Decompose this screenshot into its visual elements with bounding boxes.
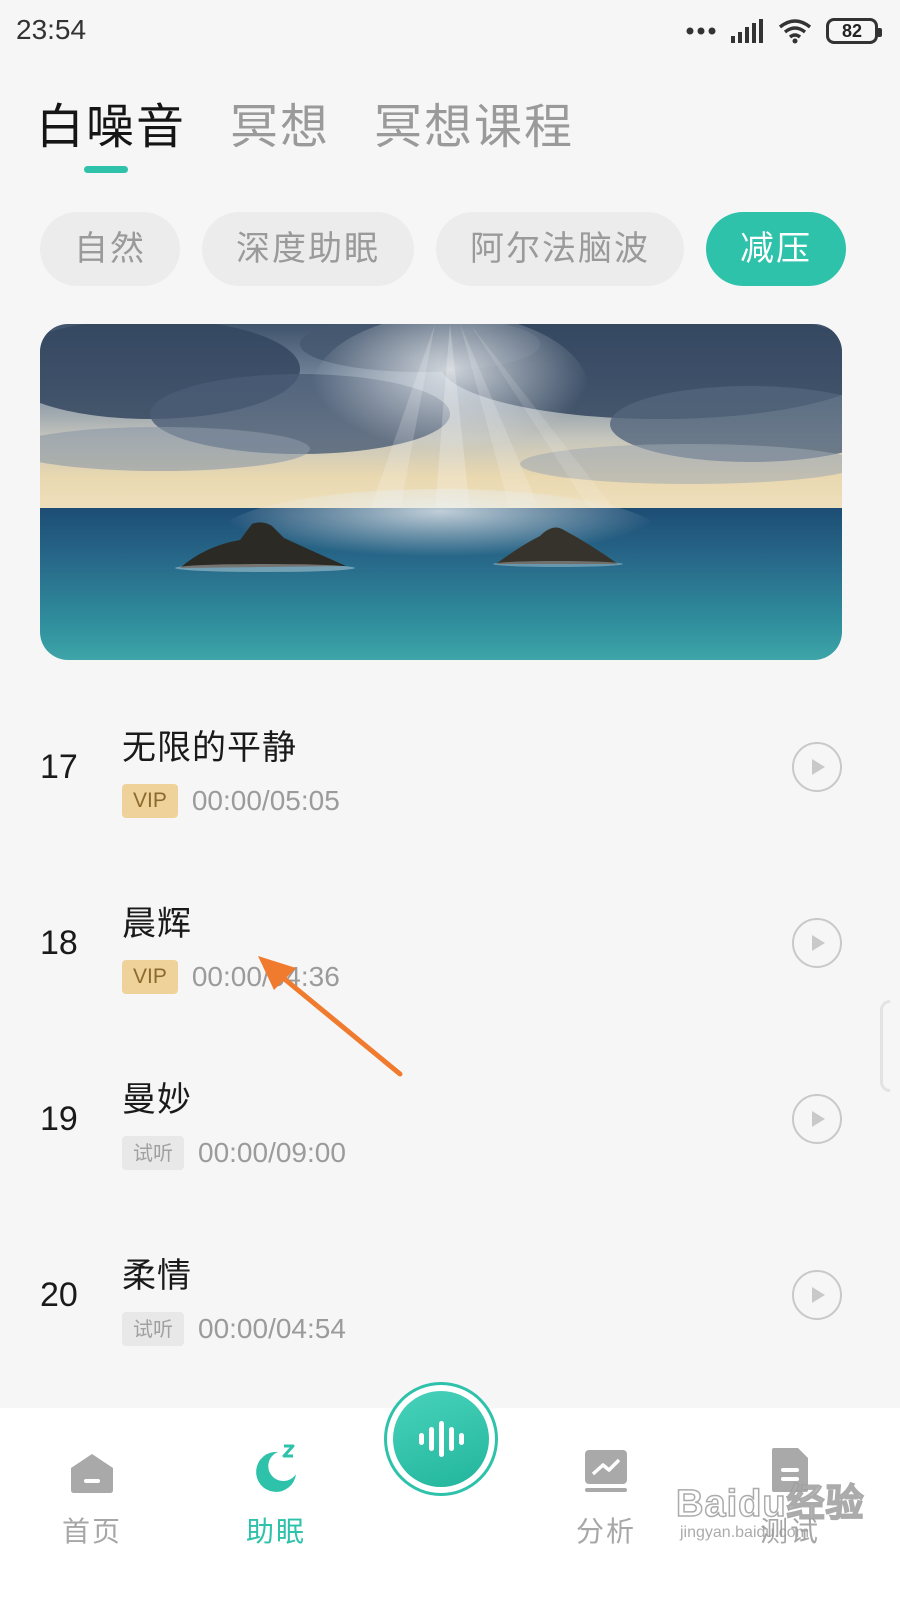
- more-dots-icon: [686, 27, 716, 35]
- ocean-islands-image: [40, 324, 842, 660]
- bottom-nav: 首页 助眠 分析 测试 Baidu经验 jingyan.baidu.com: [0, 1382, 900, 1600]
- soundwave-icon: [419, 1421, 464, 1457]
- edge-drawer-handle[interactable]: [880, 1000, 890, 1092]
- play-button[interactable]: [792, 918, 842, 968]
- play-button[interactable]: [792, 1094, 842, 1144]
- nav-label: 助眠: [245, 1515, 306, 1548]
- play-icon: [812, 1287, 825, 1303]
- play-button[interactable]: [792, 1270, 842, 1320]
- status-icons: 82: [686, 14, 882, 48]
- list-item[interactable]: 19 曼妙 试听 00:00/09:00: [0, 1042, 900, 1218]
- play-button[interactable]: [792, 742, 842, 792]
- track-number: 17: [40, 748, 78, 786]
- tab-meditation[interactable]: 冥想: [230, 96, 330, 158]
- status-bar: 23:54 82: [0, 0, 900, 62]
- play-icon: [812, 759, 825, 775]
- list-item[interactable]: 18 晨辉 VIP 00:00/04:36: [0, 866, 900, 1042]
- play-icon: [812, 1111, 825, 1127]
- nav-analysis[interactable]: 分析: [536, 1436, 676, 1550]
- watermark: Baidu经验 jingyan.baidu.com: [675, 1472, 876, 1556]
- track-number: 19: [40, 1100, 78, 1138]
- tab-white-noise[interactable]: 白噪音: [36, 96, 186, 158]
- center-play-button[interactable]: [384, 1382, 498, 1496]
- track-time: 00:00/05:05: [191, 785, 340, 816]
- watermark-url: jingyan.baidu.com: [680, 1524, 809, 1541]
- chart-icon: [585, 1450, 627, 1492]
- chip-stress-relief[interactable]: 减压: [706, 212, 846, 286]
- track-time: 00:00/09:00: [198, 1137, 346, 1168]
- nav-sleep[interactable]: 助眠: [206, 1436, 346, 1550]
- nav-home[interactable]: 首页: [22, 1436, 162, 1550]
- track-title: 柔情: [122, 1256, 192, 1296]
- track-title: 曼妙: [122, 1080, 192, 1120]
- banner-image[interactable]: [40, 324, 842, 660]
- nav-label: 首页: [61, 1515, 122, 1548]
- list-item[interactable]: 20 柔情 试听 00:00/04:54: [0, 1218, 900, 1394]
- wifi-icon: [778, 19, 812, 44]
- track-number: 18: [40, 924, 78, 962]
- battery-icon: 82: [826, 18, 882, 44]
- track-meta: 试听 00:00/04:54: [122, 1312, 346, 1346]
- tab-meditation-course[interactable]: 冥想课程: [374, 96, 574, 158]
- track-time: 00:00/04:54: [198, 1313, 346, 1344]
- signal-icon: [731, 19, 763, 43]
- track-title: 晨辉: [122, 904, 192, 944]
- annotation-arrow: [258, 956, 403, 1077]
- category-chips: 自然 深度助眠 阿尔法脑波 减压: [40, 212, 900, 288]
- nav-label: 分析: [575, 1515, 636, 1548]
- track-meta: 试听 00:00/09:00: [122, 1136, 346, 1170]
- track-title: 无限的平静: [122, 728, 297, 768]
- chip-alpha-waves[interactable]: 阿尔法脑波: [436, 212, 684, 286]
- vip-badge: VIP: [122, 960, 178, 994]
- list-item[interactable]: 17 无限的平静 VIP 00:00/05:05: [0, 690, 900, 866]
- chip-nature[interactable]: 自然: [40, 212, 180, 286]
- moon-sleep-icon: [256, 1444, 296, 1492]
- watermark-logo: Baidu经验: [675, 1482, 865, 1526]
- trial-badge: 试听: [122, 1136, 184, 1170]
- active-tab-indicator: [84, 166, 128, 173]
- status-time: 23:54: [16, 14, 87, 45]
- track-meta: VIP 00:00/05:05: [122, 784, 340, 818]
- main-tabs: 白噪音 冥想 冥想课程: [36, 96, 574, 173]
- play-icon: [812, 935, 825, 951]
- home-icon: [71, 1454, 113, 1493]
- track-number: 20: [40, 1276, 78, 1314]
- track-list: 17 无限的平静 VIP 00:00/05:05 18 晨辉 VIP 00:00…: [0, 690, 900, 1394]
- vip-badge: VIP: [122, 784, 178, 818]
- trial-badge: 试听: [122, 1312, 184, 1346]
- chip-deep-sleep[interactable]: 深度助眠: [202, 212, 414, 286]
